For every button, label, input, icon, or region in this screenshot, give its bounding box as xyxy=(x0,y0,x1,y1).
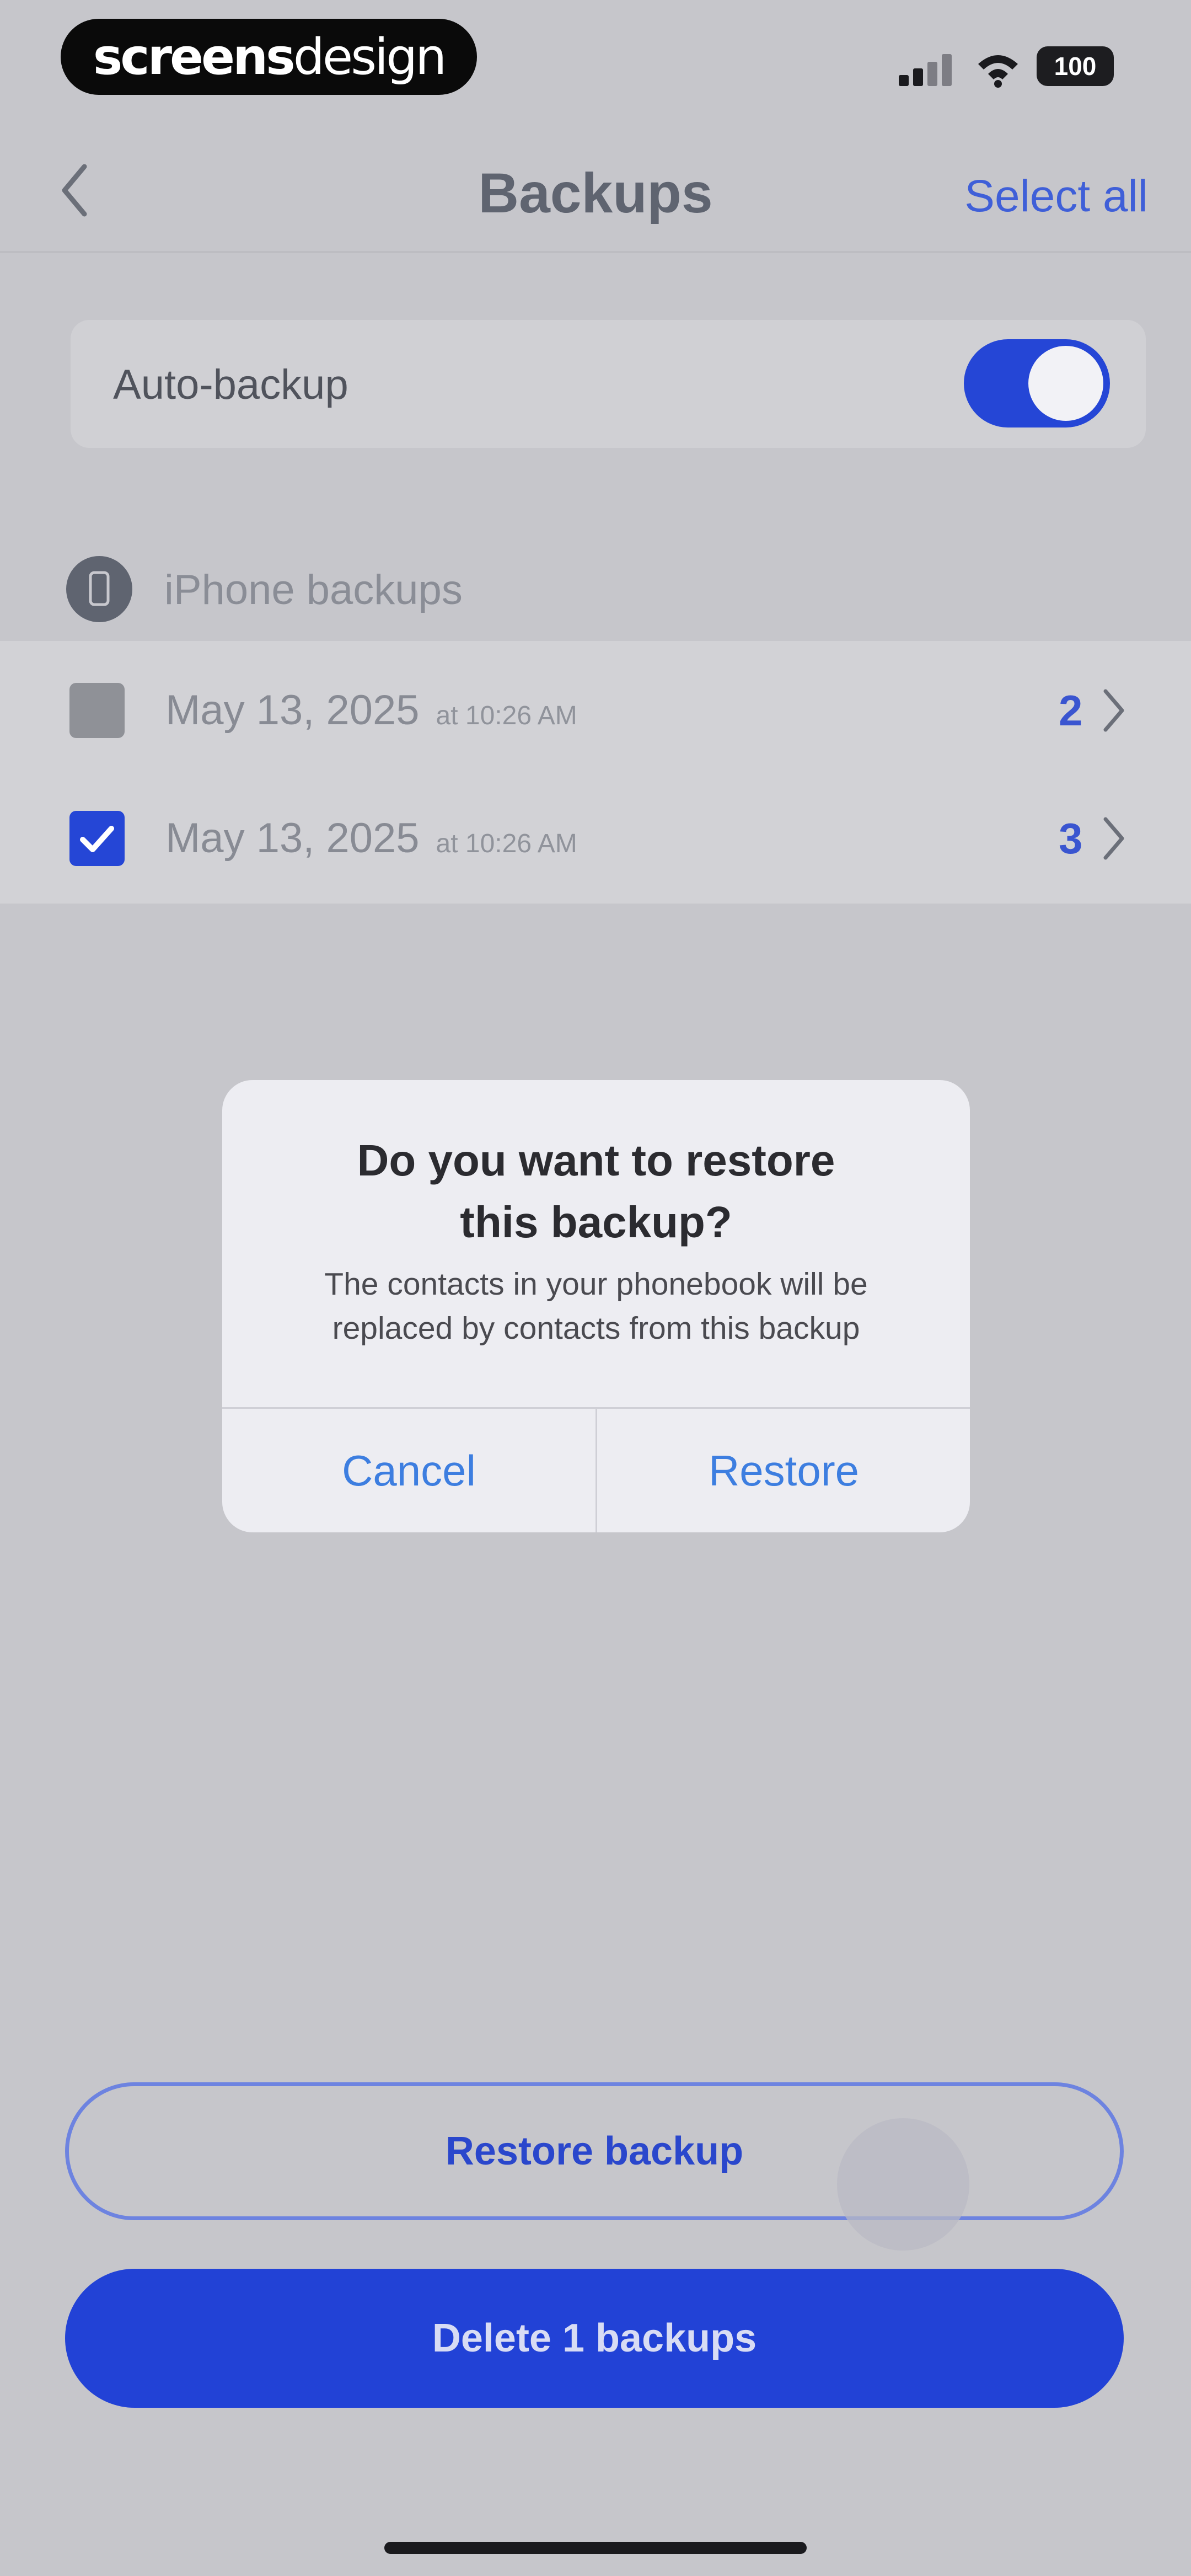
backup-row-2[interactable]: May 13, 2025 at 10:26 AM 3 xyxy=(0,774,1191,902)
dialog-title: Do you want to restore this backup? xyxy=(357,1136,835,1247)
battery-indicator: 100 xyxy=(1037,46,1114,86)
backup-time-text: at 10:26 AM xyxy=(436,829,577,858)
wifi-icon xyxy=(978,55,1018,88)
nav-divider xyxy=(0,251,1191,253)
delete-backups-button[interactable]: Delete 1 backups xyxy=(65,2269,1124,2408)
touch-indicator xyxy=(837,2118,969,2251)
cellular-signal-icon xyxy=(899,53,954,86)
screensdesign-logo: screens design xyxy=(61,19,477,95)
backup-date-text: May 13, 2025 xyxy=(165,815,420,862)
dialog-message: The contacts in your phonebook will be r… xyxy=(324,1266,868,1346)
select-all-button[interactable]: Select all xyxy=(964,163,1148,229)
checkmark-icon xyxy=(80,826,114,852)
backup-time-text: at 10:26 AM xyxy=(436,701,577,730)
chevron-right-icon xyxy=(1103,689,1124,732)
brand-light-text: design xyxy=(293,28,447,86)
backup-date-text: May 13, 2025 xyxy=(165,687,420,734)
phone-icon xyxy=(66,556,132,622)
restore-alert-dialog: Do you want to restore this backup? The … xyxy=(222,1080,970,1532)
home-indicator[interactable] xyxy=(384,2542,807,2554)
cancel-button[interactable]: Cancel xyxy=(222,1409,596,1532)
backup-date: May 13, 2025 at 10:26 AM xyxy=(165,812,577,870)
auto-backup-toggle[interactable] xyxy=(964,339,1110,427)
backup-count: 2 xyxy=(1059,686,1083,735)
backup-date: May 13, 2025 at 10:26 AM xyxy=(165,684,577,742)
section-title: iPhone backups xyxy=(164,566,463,613)
backup-count: 3 xyxy=(1059,814,1083,863)
toggle-knob xyxy=(1028,346,1103,421)
auto-backup-label: Auto-backup xyxy=(113,361,348,408)
chevron-right-icon xyxy=(1103,817,1124,860)
battery-level: 100 xyxy=(1054,52,1097,81)
restore-confirm-button[interactable]: Restore xyxy=(597,1409,970,1532)
backup-checkbox-unchecked[interactable] xyxy=(69,683,125,738)
brand-bold-text: screens xyxy=(93,28,296,86)
backup-row-1[interactable]: May 13, 2025 at 10:26 AM 2 xyxy=(0,646,1191,774)
backup-checkbox-checked[interactable] xyxy=(69,811,125,866)
